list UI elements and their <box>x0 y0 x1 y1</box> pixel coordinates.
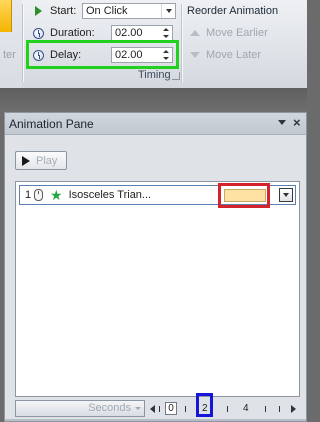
arrow-down-icon <box>190 52 200 58</box>
dialog-launcher-icon[interactable] <box>172 72 180 80</box>
ribbon-separator <box>181 4 182 82</box>
star-effect-icon: ★ <box>50 187 63 203</box>
item-number: 1 <box>25 189 32 201</box>
scroll-left-icon[interactable] <box>150 404 155 413</box>
seconds-label: Seconds <box>88 402 131 414</box>
start-value: On Click <box>86 5 128 17</box>
duration-spinner[interactable]: 02.00 <box>111 25 173 41</box>
tick-mark <box>159 405 160 412</box>
tick-mark <box>227 405 228 412</box>
timeline-tick-label: 0 <box>165 401 177 415</box>
animation-pane: Animation Pane × Play 1 ★ Isosceles Tria… <box>4 112 307 422</box>
chevron-down-icon <box>135 406 141 410</box>
list-item[interactable]: 1 ★ Isosceles Trian... <box>19 183 296 208</box>
chevron-down-icon[interactable] <box>161 4 175 18</box>
timeline-scale: 0 2 4 <box>145 392 300 417</box>
ribbon-left-group: ter <box>0 0 22 88</box>
play-button[interactable]: Play <box>15 151 67 170</box>
tick-mark <box>279 405 280 412</box>
animation-pane-header: Animation Pane × <box>5 113 306 135</box>
animation-pane-title: Animation Pane <box>9 117 94 131</box>
item-dropdown-button[interactable] <box>279 188 293 202</box>
move-earlier-button[interactable]: Move Earlier <box>190 25 268 41</box>
selected-gallery-item[interactable] <box>0 0 12 32</box>
duration-label: Duration: <box>50 27 95 39</box>
seconds-button[interactable]: Seconds <box>15 399 145 417</box>
timing-group-label: Timing <box>138 69 171 81</box>
ribbon-animations: ter Start: On Click Duration: 02.00 Dela… <box>0 0 307 88</box>
slide-area-background <box>0 88 307 112</box>
scroll-right-icon[interactable] <box>291 404 296 413</box>
start-select[interactable]: On Click <box>82 3 176 19</box>
spin-down-icon[interactable] <box>163 35 169 38</box>
pane-bottom-edge <box>5 419 306 421</box>
move-earlier-label: Move Earlier <box>206 27 268 39</box>
ribbon-separator <box>22 4 23 82</box>
ribbon-left-label: ter <box>3 49 16 61</box>
timeline-footer: Seconds 0 2 4 <box>15 392 300 417</box>
duration-value: 02.00 <box>115 27 143 39</box>
tick-mark <box>185 405 186 412</box>
move-later-button[interactable]: Move Later <box>190 47 261 63</box>
reorder-animation-title: Reorder Animation <box>187 5 279 17</box>
tick-mark <box>265 405 266 412</box>
close-icon[interactable]: × <box>293 115 301 130</box>
move-later-label: Move Later <box>206 49 262 61</box>
timeline-tick-highlight <box>196 392 213 417</box>
duration-spin-arrows[interactable] <box>160 26 172 40</box>
play-icon <box>22 155 30 166</box>
chevron-down-icon[interactable] <box>278 120 286 125</box>
play-icon <box>32 5 44 17</box>
item-name: Isosceles Trian... <box>68 189 152 201</box>
delay-highlight <box>26 40 179 69</box>
arrow-up-icon <box>190 30 200 36</box>
timing-bar-highlight <box>218 183 270 208</box>
spin-up-icon[interactable] <box>163 28 169 31</box>
animation-list: 1 ★ Isosceles Trian... <box>15 181 300 397</box>
mouse-click-icon <box>34 189 43 201</box>
timeline-tick-label: 4 <box>243 402 249 414</box>
play-label: Play <box>36 154 58 167</box>
chevron-down-icon <box>283 193 289 197</box>
clock-icon <box>32 27 44 39</box>
